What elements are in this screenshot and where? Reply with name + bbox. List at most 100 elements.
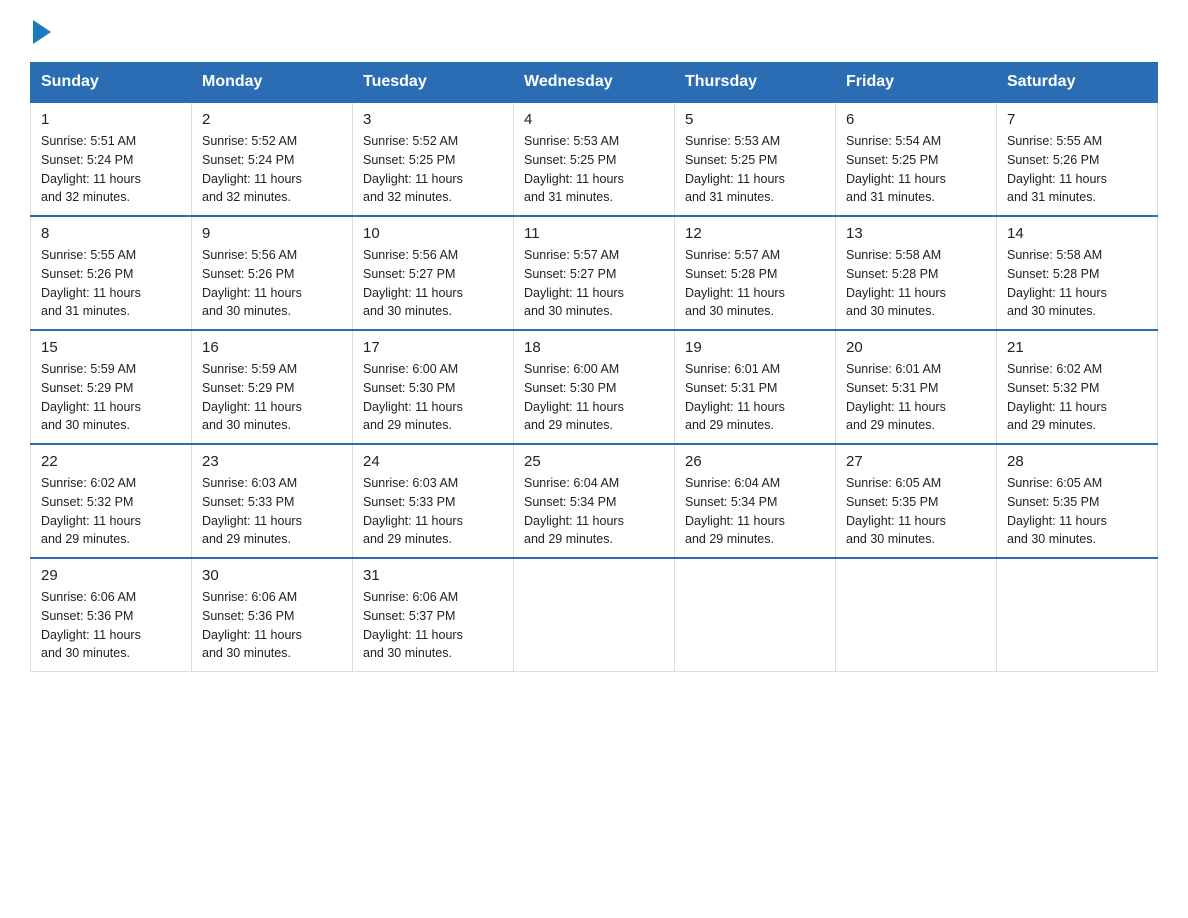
calendar-table: SundayMondayTuesdayWednesdayThursdayFrid…: [30, 62, 1158, 672]
day-number: 30: [202, 567, 342, 584]
day-info: Sunrise: 5:56 AMSunset: 5:27 PMDaylight:…: [363, 246, 503, 321]
calendar-day-cell: 12 Sunrise: 5:57 AMSunset: 5:28 PMDaylig…: [675, 216, 836, 330]
calendar-day-cell: 23 Sunrise: 6:03 AMSunset: 5:33 PMDaylig…: [192, 444, 353, 558]
day-info: Sunrise: 6:00 AMSunset: 5:30 PMDaylight:…: [363, 360, 503, 435]
calendar-day-cell: 13 Sunrise: 5:58 AMSunset: 5:28 PMDaylig…: [836, 216, 997, 330]
day-number: 6: [846, 111, 986, 128]
day-number: 20: [846, 339, 986, 356]
day-number: 4: [524, 111, 664, 128]
day-number: 17: [363, 339, 503, 356]
calendar-day-cell: 17 Sunrise: 6:00 AMSunset: 5:30 PMDaylig…: [353, 330, 514, 444]
day-number: 2: [202, 111, 342, 128]
calendar-day-cell: [514, 558, 675, 672]
day-info: Sunrise: 6:06 AMSunset: 5:36 PMDaylight:…: [41, 588, 181, 663]
day-info: Sunrise: 5:58 AMSunset: 5:28 PMDaylight:…: [1007, 246, 1147, 321]
calendar-day-cell: 28 Sunrise: 6:05 AMSunset: 5:35 PMDaylig…: [997, 444, 1158, 558]
calendar-day-cell: 1 Sunrise: 5:51 AMSunset: 5:24 PMDayligh…: [31, 102, 192, 216]
calendar-day-cell: 5 Sunrise: 5:53 AMSunset: 5:25 PMDayligh…: [675, 102, 836, 216]
day-number: 5: [685, 111, 825, 128]
calendar-week-row: 29 Sunrise: 6:06 AMSunset: 5:36 PMDaylig…: [31, 558, 1158, 672]
calendar-day-cell: 21 Sunrise: 6:02 AMSunset: 5:32 PMDaylig…: [997, 330, 1158, 444]
weekday-header-monday: Monday: [192, 63, 353, 103]
day-info: Sunrise: 6:06 AMSunset: 5:37 PMDaylight:…: [363, 588, 503, 663]
logo: [30, 20, 51, 44]
day-info: Sunrise: 5:58 AMSunset: 5:28 PMDaylight:…: [846, 246, 986, 321]
day-info: Sunrise: 6:03 AMSunset: 5:33 PMDaylight:…: [363, 474, 503, 549]
day-number: 29: [41, 567, 181, 584]
calendar-day-cell: [675, 558, 836, 672]
calendar-week-row: 8 Sunrise: 5:55 AMSunset: 5:26 PMDayligh…: [31, 216, 1158, 330]
calendar-day-cell: 25 Sunrise: 6:04 AMSunset: 5:34 PMDaylig…: [514, 444, 675, 558]
calendar-body: 1 Sunrise: 5:51 AMSunset: 5:24 PMDayligh…: [31, 102, 1158, 672]
day-number: 19: [685, 339, 825, 356]
logo-triangle-icon: [33, 20, 51, 44]
day-info: Sunrise: 5:52 AMSunset: 5:25 PMDaylight:…: [363, 132, 503, 207]
calendar-day-cell: 15 Sunrise: 5:59 AMSunset: 5:29 PMDaylig…: [31, 330, 192, 444]
day-info: Sunrise: 5:57 AMSunset: 5:28 PMDaylight:…: [685, 246, 825, 321]
day-info: Sunrise: 6:03 AMSunset: 5:33 PMDaylight:…: [202, 474, 342, 549]
day-info: Sunrise: 6:02 AMSunset: 5:32 PMDaylight:…: [41, 474, 181, 549]
day-number: 21: [1007, 339, 1147, 356]
page-header: [30, 20, 1158, 44]
weekday-header-row: SundayMondayTuesdayWednesdayThursdayFrid…: [31, 63, 1158, 103]
calendar-day-cell: [997, 558, 1158, 672]
day-info: Sunrise: 5:59 AMSunset: 5:29 PMDaylight:…: [41, 360, 181, 435]
day-number: 24: [363, 453, 503, 470]
day-number: 1: [41, 111, 181, 128]
calendar-day-cell: 27 Sunrise: 6:05 AMSunset: 5:35 PMDaylig…: [836, 444, 997, 558]
day-number: 18: [524, 339, 664, 356]
calendar-day-cell: 2 Sunrise: 5:52 AMSunset: 5:24 PMDayligh…: [192, 102, 353, 216]
day-info: Sunrise: 5:56 AMSunset: 5:26 PMDaylight:…: [202, 246, 342, 321]
day-info: Sunrise: 6:00 AMSunset: 5:30 PMDaylight:…: [524, 360, 664, 435]
day-number: 12: [685, 225, 825, 242]
weekday-header-wednesday: Wednesday: [514, 63, 675, 103]
calendar-day-cell: 3 Sunrise: 5:52 AMSunset: 5:25 PMDayligh…: [353, 102, 514, 216]
calendar-day-cell: 7 Sunrise: 5:55 AMSunset: 5:26 PMDayligh…: [997, 102, 1158, 216]
weekday-header-friday: Friday: [836, 63, 997, 103]
calendar-day-cell: 31 Sunrise: 6:06 AMSunset: 5:37 PMDaylig…: [353, 558, 514, 672]
calendar-week-row: 22 Sunrise: 6:02 AMSunset: 5:32 PMDaylig…: [31, 444, 1158, 558]
day-number: 7: [1007, 111, 1147, 128]
day-info: Sunrise: 6:05 AMSunset: 5:35 PMDaylight:…: [846, 474, 986, 549]
calendar-day-cell: 22 Sunrise: 6:02 AMSunset: 5:32 PMDaylig…: [31, 444, 192, 558]
day-info: Sunrise: 5:57 AMSunset: 5:27 PMDaylight:…: [524, 246, 664, 321]
day-info: Sunrise: 6:06 AMSunset: 5:36 PMDaylight:…: [202, 588, 342, 663]
day-info: Sunrise: 5:52 AMSunset: 5:24 PMDaylight:…: [202, 132, 342, 207]
day-number: 13: [846, 225, 986, 242]
day-info: Sunrise: 5:53 AMSunset: 5:25 PMDaylight:…: [524, 132, 664, 207]
day-info: Sunrise: 6:04 AMSunset: 5:34 PMDaylight:…: [685, 474, 825, 549]
day-info: Sunrise: 5:54 AMSunset: 5:25 PMDaylight:…: [846, 132, 986, 207]
weekday-header-tuesday: Tuesday: [353, 63, 514, 103]
day-number: 23: [202, 453, 342, 470]
day-info: Sunrise: 5:59 AMSunset: 5:29 PMDaylight:…: [202, 360, 342, 435]
day-info: Sunrise: 5:51 AMSunset: 5:24 PMDaylight:…: [41, 132, 181, 207]
day-number: 15: [41, 339, 181, 356]
calendar-day-cell: 4 Sunrise: 5:53 AMSunset: 5:25 PMDayligh…: [514, 102, 675, 216]
day-number: 28: [1007, 453, 1147, 470]
calendar-day-cell: 20 Sunrise: 6:01 AMSunset: 5:31 PMDaylig…: [836, 330, 997, 444]
day-number: 27: [846, 453, 986, 470]
day-number: 16: [202, 339, 342, 356]
calendar-day-cell: [836, 558, 997, 672]
calendar-day-cell: 16 Sunrise: 5:59 AMSunset: 5:29 PMDaylig…: [192, 330, 353, 444]
calendar-day-cell: 11 Sunrise: 5:57 AMSunset: 5:27 PMDaylig…: [514, 216, 675, 330]
day-number: 22: [41, 453, 181, 470]
calendar-day-cell: 18 Sunrise: 6:00 AMSunset: 5:30 PMDaylig…: [514, 330, 675, 444]
calendar-week-row: 15 Sunrise: 5:59 AMSunset: 5:29 PMDaylig…: [31, 330, 1158, 444]
day-info: Sunrise: 5:55 AMSunset: 5:26 PMDaylight:…: [41, 246, 181, 321]
calendar-day-cell: 24 Sunrise: 6:03 AMSunset: 5:33 PMDaylig…: [353, 444, 514, 558]
day-number: 9: [202, 225, 342, 242]
weekday-header-saturday: Saturday: [997, 63, 1158, 103]
day-number: 11: [524, 225, 664, 242]
weekday-header-thursday: Thursday: [675, 63, 836, 103]
day-number: 8: [41, 225, 181, 242]
day-number: 10: [363, 225, 503, 242]
day-number: 3: [363, 111, 503, 128]
day-info: Sunrise: 6:04 AMSunset: 5:34 PMDaylight:…: [524, 474, 664, 549]
day-info: Sunrise: 6:01 AMSunset: 5:31 PMDaylight:…: [846, 360, 986, 435]
day-number: 25: [524, 453, 664, 470]
weekday-header-sunday: Sunday: [31, 63, 192, 103]
calendar-day-cell: 6 Sunrise: 5:54 AMSunset: 5:25 PMDayligh…: [836, 102, 997, 216]
day-info: Sunrise: 6:01 AMSunset: 5:31 PMDaylight:…: [685, 360, 825, 435]
calendar-day-cell: 9 Sunrise: 5:56 AMSunset: 5:26 PMDayligh…: [192, 216, 353, 330]
